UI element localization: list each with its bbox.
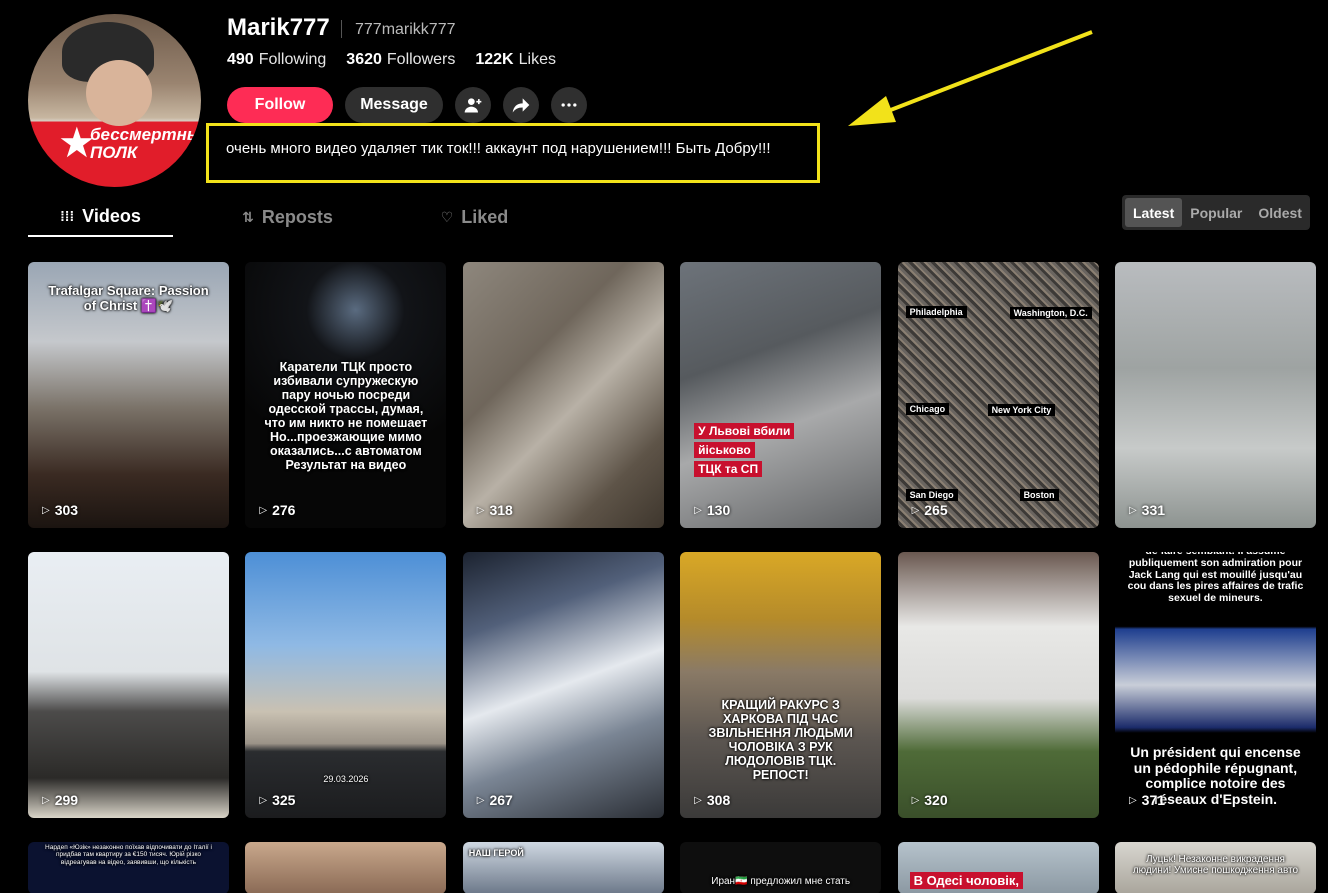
video-card[interactable] [245, 842, 447, 893]
video-caption: Каратели ТЦК просто избивали супружескую… [264, 360, 428, 472]
view-count: ▷ 331 [1128, 502, 1166, 518]
followers-stat[interactable]: 3620 Followers [346, 51, 455, 69]
profile-handle: 777marikk777 [355, 21, 456, 38]
video-caption: Иран🇮🇷 предложил мне стать [711, 876, 851, 887]
view-count: ▷ 371 [1128, 792, 1166, 808]
play-icon: ▷ [259, 794, 268, 806]
video-card[interactable]: Луцьк! Незаконне викрадення людини! Умис… [1114, 842, 1316, 893]
view-count: ▷ 325 [259, 792, 296, 808]
city-label: Boston [1019, 489, 1059, 501]
share-button[interactable] [503, 87, 539, 123]
play-icon: ▷ [911, 794, 920, 806]
video-grid: Trafalgar Square: Passion of Christ ✝️🕊️… [28, 262, 1316, 893]
play-icon: ▷ [911, 504, 920, 516]
tab-liked[interactable]: ♡ Liked [402, 197, 547, 237]
video-card[interactable]: У Львові вбили йіськово ТЦК та СП ▷ 130 [680, 262, 882, 528]
video-card[interactable]: ▷ 331 [1114, 262, 1316, 528]
video-card[interactable]: Нардеп «Юзік» незаконно поїхав відпочива… [28, 842, 229, 893]
video-card[interactable]: КРАЩИЙ РАКУРС З ХАРКОВА ПІД ЧАС ЗВІЛЬНЕН… [680, 552, 882, 818]
video-card[interactable]: ▷ 320 [897, 552, 1099, 818]
video-card[interactable]: ▷ 318 [462, 262, 664, 528]
view-count: ▷ 267 [476, 792, 513, 808]
tab-videos[interactable]: ⁞⁞⁞ Videos [28, 197, 173, 237]
city-label: Philadelphia [905, 306, 967, 318]
video-card[interactable]: Каратели ТЦК просто избивали супружескую… [245, 262, 447, 528]
view-count: ▷ 320 [911, 792, 948, 808]
video-card[interactable]: 29.03.2026 ▷ 325 [245, 552, 447, 818]
follow-button[interactable]: Follow [227, 87, 333, 123]
annotation-arrow-icon [848, 30, 1093, 126]
video-card[interactable]: ▷ 299 [28, 552, 229, 818]
video-caption: У Львові вбили йіськово ТЦК та СП [694, 422, 795, 479]
view-count: ▷ 299 [42, 792, 79, 808]
city-label: New York City [987, 404, 1056, 416]
video-card[interactable]: Philadelphia Washington, D.C. Chicago Ne… [897, 262, 1099, 528]
view-count: ▷ 303 [42, 502, 79, 518]
profile-username: Marik777 [227, 14, 330, 41]
video-caption: Луцьк! Незаконне викрадення людини! Умис… [1132, 854, 1299, 877]
grid-icon: ⁞⁞⁞ [60, 208, 75, 224]
city-label: Chicago [905, 403, 950, 415]
more-icon [561, 103, 577, 107]
play-icon: ▷ [694, 794, 702, 806]
heart-icon: ♡ [440, 208, 454, 225]
profile-stats: 490 Following 3620 Followers 122K Likes [227, 51, 556, 69]
video-timestamp: 29.03.2026 [323, 774, 369, 784]
name-separator [341, 20, 342, 38]
share-icon [512, 98, 530, 113]
repost-icon: ⇅ [242, 208, 254, 225]
profile-bio: очень много видео удаляет тик ток!!! акк… [226, 140, 771, 157]
video-caption: de faire semblant. Il assume publiquemen… [1127, 552, 1304, 604]
sort-oldest[interactable]: Oldest [1250, 198, 1310, 227]
avatar-badge-text: бессмертный ПОЛК [90, 125, 201, 162]
add-friend-button[interactable] [455, 87, 491, 123]
video-caption: КРАЩИЙ РАКУРС З ХАРКОВА ПІД ЧАС ЗВІЛЬНЕН… [708, 698, 853, 782]
sort-popular[interactable]: Popular [1182, 198, 1250, 227]
tab-reposts[interactable]: ⇅ Reposts [215, 197, 360, 237]
video-caption: НАШ ГЕРОЙ [468, 848, 524, 858]
play-icon: ▷ [259, 504, 268, 516]
play-icon: ▷ [1128, 504, 1137, 516]
profile-actions: Follow Message [227, 87, 587, 123]
view-count: ▷ 276 [259, 502, 296, 518]
video-card[interactable]: ▷ 267 [462, 552, 664, 818]
sort-latest[interactable]: Latest [1125, 198, 1183, 227]
view-count: ▷ 265 [911, 502, 948, 518]
play-icon: ▷ [42, 794, 50, 806]
following-stat[interactable]: 490 Following [227, 51, 326, 69]
view-count: ▷ 130 [694, 502, 731, 518]
video-card[interactable]: Иран🇮🇷 предложил мне стать [680, 842, 882, 893]
likes-stat: 122K Likes [475, 51, 556, 68]
sort-selector: Latest Popular Oldest [1122, 195, 1310, 230]
video-caption: Нардеп «Юзік» незаконно поїхав відпочива… [45, 844, 212, 866]
video-card[interactable]: de faire semblant. Il assume publiquemen… [1114, 552, 1316, 818]
profile-tabs: ⁞⁞⁞ Videos ⇅ Reposts ♡ Liked [28, 197, 589, 237]
play-icon: ▷ [476, 504, 485, 516]
video-card[interactable]: Trafalgar Square: Passion of Christ ✝️🕊️… [28, 262, 229, 528]
play-icon: ▷ [694, 504, 702, 516]
play-icon: ▷ [42, 504, 50, 516]
city-label: Washington, D.C. [1009, 307, 1092, 319]
play-icon: ▷ [1128, 794, 1137, 806]
profile-avatar[interactable]: ★ бессмертный ПОЛК [28, 14, 201, 187]
city-label: San Diego [905, 489, 958, 501]
view-count: ▷ 308 [694, 792, 731, 808]
video-card[interactable]: НАШ ГЕРОЙ [462, 842, 664, 893]
more-button[interactable] [551, 87, 587, 123]
play-icon: ▷ [476, 794, 485, 806]
video-card[interactable]: В Одесі чоловік, [897, 842, 1099, 893]
add-user-icon [464, 98, 482, 113]
video-caption: В Одесі чоловік, [909, 872, 1024, 889]
avatar-face [86, 60, 152, 126]
video-caption: Trafalgar Square: Passion of Christ ✝️🕊️ [48, 283, 209, 313]
view-count: ▷ 318 [476, 502, 513, 518]
message-button[interactable]: Message [345, 87, 443, 123]
